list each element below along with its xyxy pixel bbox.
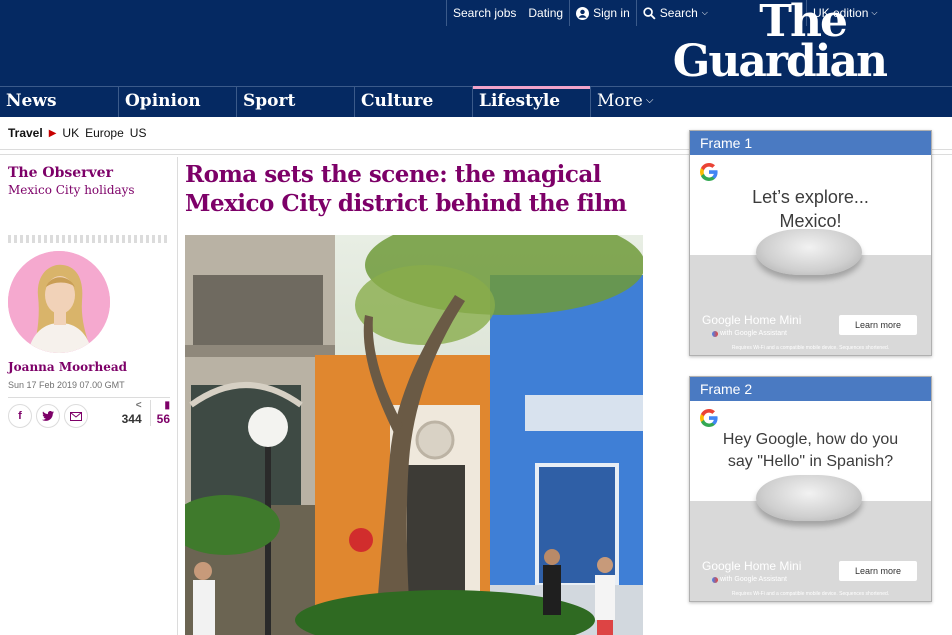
ad-product-name: Google Home Mini: [702, 313, 802, 327]
street-scene-illustration: [185, 235, 643, 635]
ad-headline: Let’s explore... Mexico!: [690, 185, 931, 233]
nav-label: Lifestyle: [479, 91, 561, 111]
more-label: More: [597, 91, 643, 111]
subnav-us[interactable]: US: [130, 126, 147, 140]
nav-label: News: [6, 91, 57, 111]
series-subtitle[interactable]: Mexico City holidays: [8, 183, 135, 197]
frame-title: Frame 2: [690, 377, 931, 401]
share-count-value: 344: [121, 412, 142, 426]
nav-more-button[interactable]: More ⌵: [590, 87, 653, 117]
comment-count-value: 56: [156, 412, 170, 426]
sign-in-label: Sign in: [593, 6, 630, 20]
share-row: f < 344 ▮ 56: [8, 397, 170, 437]
home-mini-speaker-image: [756, 229, 862, 275]
chevron-down-icon: ⌵: [645, 95, 654, 106]
active-indicator: [473, 86, 590, 89]
subnav-travel[interactable]: Travel: [8, 126, 43, 140]
share-count[interactable]: < 344: [122, 400, 142, 426]
ad-frame-1: Frame 1 Let’s explore... Mexico! Google …: [689, 130, 932, 356]
ad-assistant-text: with Google Assistant: [720, 330, 787, 337]
assistant-icon: [712, 576, 718, 583]
nav-label: Sport: [243, 91, 296, 111]
nav-label: Opinion: [125, 91, 201, 111]
ad-fineprint: Requires Wi-Fi and a compatible mobile d…: [731, 591, 890, 597]
nav-item-news[interactable]: News: [0, 87, 118, 117]
ad-line-1: Let’s explore...: [752, 187, 869, 207]
masthead: Search jobs Dating Sign in Search ⌵ UK e…: [0, 0, 952, 86]
ad-product-name: Google Home Mini: [702, 559, 802, 573]
squiggle-divider: [8, 235, 170, 243]
assistant-icon: [712, 330, 718, 337]
email-icon[interactable]: [64, 404, 88, 428]
nav-item-opinion[interactable]: Opinion: [118, 87, 236, 117]
twitter-bird-glyph: [42, 411, 54, 421]
publish-date: Sun 17 Feb 2019 07.00 GMT: [8, 380, 125, 390]
subnav-europe[interactable]: Europe: [85, 126, 124, 140]
envelope-glyph: [70, 411, 82, 421]
author-portrait: [8, 251, 110, 353]
ad-line-2: say "Hello" in Spanish?: [727, 453, 894, 470]
ad-fineprint: Requires Wi-Fi and a compatible mobile d…: [731, 345, 890, 351]
facebook-icon[interactable]: f: [8, 404, 32, 428]
twitter-icon[interactable]: [36, 404, 60, 428]
pillar-nav: News Opinion Sport Culture Lifestyle Mor…: [0, 86, 952, 117]
article-headline: Roma sets the scene: the magical Mexico …: [185, 161, 627, 217]
google-g-icon: [700, 163, 718, 181]
ad-product-panel: Google Home Mini with Google Assistant L…: [690, 229, 931, 355]
dating-label: Dating: [528, 6, 564, 20]
frame-title: Frame 1: [690, 131, 931, 155]
ad-assistant-line: with Google Assistant: [712, 576, 787, 583]
nav-item-culture[interactable]: Culture: [354, 87, 472, 117]
comment-icon: ▮: [164, 400, 170, 411]
logo-guardian: Guardian: [672, 36, 888, 87]
article-meta: The Observer Mexico City holidays Joanna…: [0, 157, 178, 635]
ad-line-1: Hey Google, how do you: [722, 431, 899, 448]
learn-more-button[interactable]: Learn more: [839, 315, 917, 335]
author-avatar: [8, 251, 110, 353]
ad-frame-2: Frame 2 Hey Google, how do you say "Hell…: [689, 376, 932, 602]
ad-assistant-line: with Google Assistant: [712, 330, 787, 337]
nav-label: Culture: [361, 91, 434, 111]
subnav-uk[interactable]: UK: [62, 126, 79, 140]
dating-link[interactable]: Dating: [522, 6, 569, 20]
learn-more-button[interactable]: Learn more: [839, 561, 917, 581]
share-counts: < 344 ▮ 56: [122, 400, 170, 426]
ad-headline: Hey Google, how do you say "Hello" in Sp…: [690, 429, 931, 473]
article-main-image[interactable]: [185, 235, 643, 635]
ad-assistant-text: with Google Assistant: [720, 576, 787, 583]
series-title[interactable]: The Observer: [8, 165, 113, 181]
sign-in-link[interactable]: Sign in: [570, 6, 636, 20]
comment-count[interactable]: ▮ 56: [149, 400, 170, 426]
triangle-right-icon: ▶: [48, 127, 57, 139]
ad-body[interactable]: Let’s explore... Mexico! Google Home Min…: [690, 155, 931, 355]
home-mini-speaker-image: [756, 475, 862, 521]
share-icon: <: [135, 400, 142, 411]
search-jobs-link[interactable]: Search jobs: [447, 6, 522, 20]
ad-body[interactable]: Hey Google, how do you say "Hello" in Sp…: [690, 401, 931, 601]
page: Search jobs Dating Sign in Search ⌵ UK e…: [0, 0, 952, 635]
author-name[interactable]: Joanna Moorhead: [8, 360, 127, 374]
nav-item-sport[interactable]: Sport: [236, 87, 354, 117]
nav-item-lifestyle[interactable]: Lifestyle: [472, 86, 590, 117]
guardian-logo[interactable]: The Guardian: [662, 0, 888, 87]
user-icon: [576, 6, 590, 20]
search-icon: [643, 6, 656, 20]
google-g-icon: [700, 409, 718, 427]
ad-product-panel: Google Home Mini with Google Assistant L…: [690, 475, 931, 601]
